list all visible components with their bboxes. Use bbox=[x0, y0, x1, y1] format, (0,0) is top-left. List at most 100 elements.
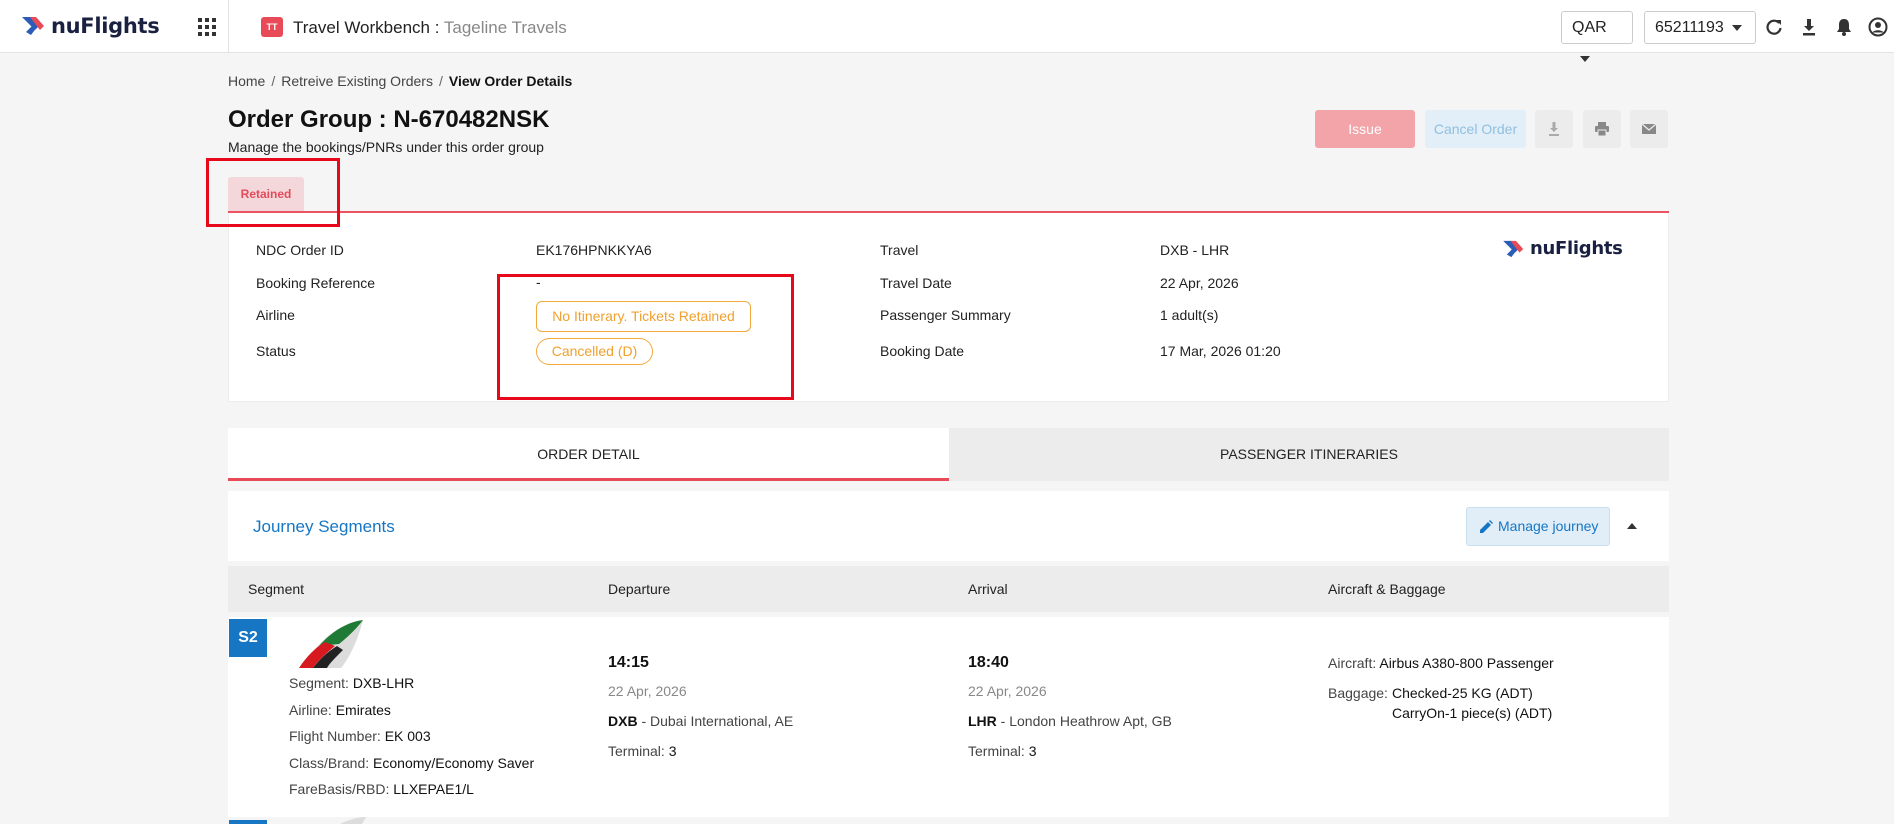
booking-date-value: 17 Mar, 2026 01:20 bbox=[1160, 343, 1281, 359]
class-brand-label: Class/Brand: bbox=[289, 755, 370, 771]
account-value: 65211193 bbox=[1655, 19, 1724, 36]
brand-logo[interactable]: nuFlights bbox=[22, 12, 160, 40]
arrival-date: 22 Apr, 2026 bbox=[968, 683, 1047, 699]
journey-segments-title: Journey Segments bbox=[253, 517, 395, 536]
user-icon[interactable] bbox=[1868, 17, 1888, 37]
breadcrumb-current: View Order Details bbox=[448, 73, 573, 89]
print-button[interactable] bbox=[1583, 110, 1621, 148]
download-icon bbox=[1549, 122, 1559, 136]
arrival-airport: LHR - London Heathrow Apt, GB bbox=[968, 713, 1172, 729]
tab-passenger-itineraries[interactable]: PASSENGER ITINERARIES bbox=[949, 428, 1669, 481]
travel-date-label: Travel Date bbox=[880, 275, 952, 291]
annotation-box-status bbox=[497, 274, 794, 400]
card-brand-name: nuFlights bbox=[1530, 238, 1623, 259]
baggage-carryon: CarryOn-1 piece(s) (ADT) bbox=[1392, 705, 1552, 721]
flight-number-label: Flight Number: bbox=[289, 728, 381, 744]
column-header-aircraft-baggage: Aircraft & Baggage bbox=[1328, 581, 1446, 597]
top-bar: nuFlights TT Travel Workbench : Tageline… bbox=[0, 0, 1894, 62]
topbar-divider bbox=[228, 0, 229, 53]
bell-icon[interactable] bbox=[1834, 17, 1854, 37]
chevron-up-icon[interactable] bbox=[1627, 523, 1637, 529]
segment-route-label: Segment: bbox=[289, 675, 349, 691]
class-brand-value: Economy/Economy Saver bbox=[373, 755, 535, 771]
chevron-down-icon bbox=[1580, 55, 1590, 62]
breadcrumb-separator: / bbox=[271, 73, 276, 89]
print-icon bbox=[1595, 122, 1609, 137]
segment-class-brand: Class/Brand: Economy/Economy Saver bbox=[289, 755, 534, 771]
arrival-code: LHR bbox=[968, 713, 997, 729]
status-label: Status bbox=[256, 343, 296, 359]
booking-reference-label: Booking Reference bbox=[256, 275, 376, 291]
column-header-segment: Segment bbox=[248, 581, 305, 597]
aircraft-info: Aircraft: Airbus A380-800 Passenger bbox=[1328, 655, 1554, 671]
ndc-order-id-value: EK176HPNKKYA6 bbox=[536, 242, 652, 258]
departure-time: 14:15 bbox=[608, 654, 649, 671]
departure-airport-name: - Dubai International, AE bbox=[637, 713, 794, 729]
refresh-icon[interactable] bbox=[1764, 17, 1784, 37]
departure-terminal-label: Terminal: bbox=[608, 743, 665, 759]
departure-code: DXB bbox=[608, 713, 638, 729]
download-icon[interactable] bbox=[1799, 17, 1819, 37]
workbench-agency: Tageline Travels bbox=[443, 18, 567, 37]
email-button[interactable] bbox=[1630, 110, 1668, 148]
segment-badge: S2 bbox=[229, 619, 267, 657]
workbench-title: Travel Workbench : Tageline Travels bbox=[293, 18, 567, 38]
segment-airline-label: Airline: bbox=[289, 702, 332, 718]
passenger-summary-value: 1 adult(s) bbox=[1160, 307, 1219, 323]
baggage-checked-value: Checked-25 KG (ADT) bbox=[1392, 685, 1533, 701]
travel-value: DXB - LHR bbox=[1160, 242, 1230, 258]
brand-mark-icon bbox=[22, 17, 44, 35]
arrival-terminal-value: 3 bbox=[1028, 743, 1037, 759]
travel-label: Travel bbox=[880, 242, 919, 258]
segment-airline: Airline: Emirates bbox=[289, 702, 391, 718]
column-header-arrival: Arrival bbox=[968, 581, 1008, 597]
departure-terminal: Terminal: 3 bbox=[608, 743, 676, 759]
segment-airline-value: Emirates bbox=[335, 702, 391, 718]
segment-farebasis: FareBasis/RBD: LLXEPAE1/L bbox=[289, 781, 474, 797]
farebasis-label: FareBasis/RBD: bbox=[289, 781, 390, 797]
breadcrumb-separator: / bbox=[438, 73, 443, 89]
currency-value: QAR bbox=[1572, 19, 1607, 36]
cancel-order-button[interactable]: Cancel Order bbox=[1425, 110, 1526, 148]
manage-journey-label: Manage journey bbox=[1498, 518, 1599, 534]
travel-date-value: 22 Apr, 2026 bbox=[1160, 275, 1239, 291]
arrival-terminal-label: Terminal: bbox=[968, 743, 1025, 759]
journey-segments-header bbox=[228, 491, 1669, 561]
segment-flight-number: Flight Number: EK 003 bbox=[289, 728, 431, 744]
breadcrumb-retrieve-orders[interactable]: Retreive Existing Orders bbox=[281, 73, 433, 89]
apps-grid-icon[interactable] bbox=[198, 18, 216, 36]
page-subtitle: Manage the bookings/PNRs under this orde… bbox=[228, 139, 544, 155]
download-order-button[interactable] bbox=[1535, 110, 1573, 148]
workbench-title-main: Travel Workbench : bbox=[293, 18, 440, 37]
aircraft-value: Airbus A380-800 Passenger bbox=[1379, 655, 1554, 671]
pencil-icon bbox=[1480, 520, 1493, 533]
arrival-terminal: Terminal: 3 bbox=[968, 743, 1036, 759]
segment-table-header: Segment Departure Arrival Aircraft & Bag… bbox=[228, 566, 1669, 612]
breadcrumb: Home / Retreive Existing Orders / View Order… bbox=[228, 73, 572, 89]
tab-order-detail[interactable]: ORDER DETAIL bbox=[228, 428, 949, 481]
baggage-checked: Checked-25 KG (ADT) bbox=[1392, 685, 1533, 701]
baggage-label: Baggage: bbox=[1328, 685, 1388, 701]
aircraft-label: Aircraft: bbox=[1328, 655, 1377, 671]
arrival-airport-name: - London Heathrow Apt, GB bbox=[996, 713, 1172, 729]
airline-label: Airline bbox=[256, 307, 295, 323]
baggage-carryon-value: CarryOn-1 piece(s) (ADT) bbox=[1392, 705, 1553, 721]
breadcrumb-home[interactable]: Home bbox=[228, 73, 265, 89]
mail-icon bbox=[1641, 123, 1657, 134]
page-title: Order Group : N-670482NSK bbox=[228, 106, 550, 133]
farebasis-value: LLXEPAE1/L bbox=[393, 781, 474, 797]
flight-number-value: EK 003 bbox=[384, 728, 431, 744]
chevron-down-icon bbox=[1731, 24, 1742, 31]
booking-date-label: Booking Date bbox=[880, 343, 965, 359]
ndc-order-id-label: NDC Order ID bbox=[256, 242, 344, 258]
manage-journey-button[interactable]: Manage journey bbox=[1466, 507, 1610, 546]
next-segment-airline-logo-icon bbox=[340, 817, 366, 824]
currency-select[interactable]: QAR bbox=[1561, 11, 1633, 62]
next-segment-badge bbox=[229, 820, 267, 824]
departure-terminal-value: 3 bbox=[668, 743, 677, 759]
issue-button[interactable]: Issue bbox=[1315, 110, 1415, 148]
departure-airport: DXB - Dubai International, AE bbox=[608, 713, 793, 729]
account-select[interactable]: 65211193 bbox=[1644, 11, 1756, 44]
brand-name: nuFlights bbox=[51, 14, 160, 38]
departure-date: 22 Apr, 2026 bbox=[608, 683, 687, 699]
